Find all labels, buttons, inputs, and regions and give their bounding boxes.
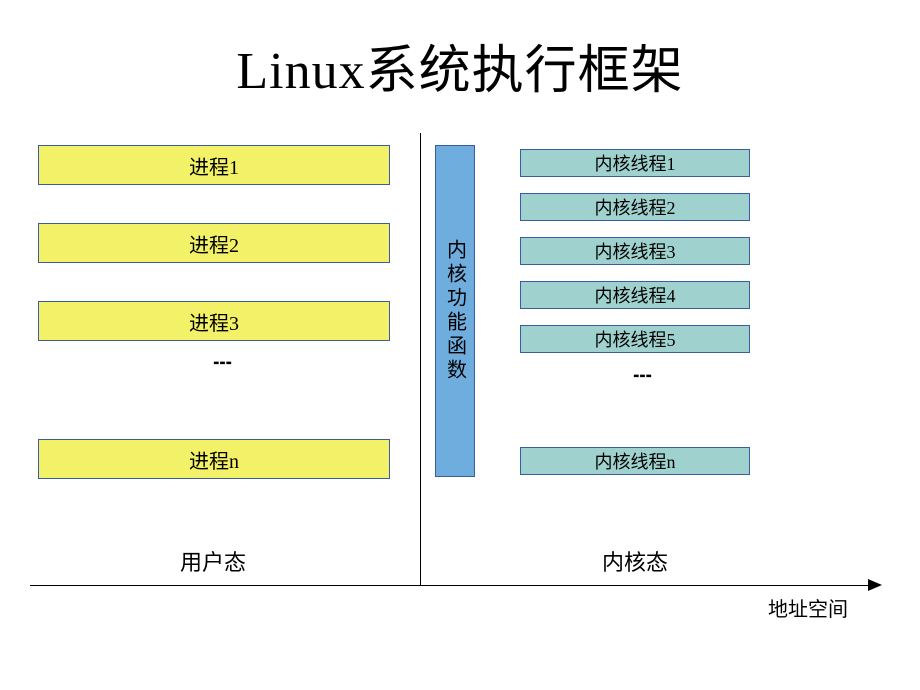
kernel-function-label: 内核功能函数 [441,239,470,383]
kernel-thread-box: 内核线程n [520,447,750,475]
process-box: 进程1 [38,145,390,185]
vertical-ellipsis-icon: ┇ [212,358,231,371]
user-space-label: 用户态 [180,545,246,577]
kernel-thread-box: 内核线程4 [520,281,750,309]
axis-arrowhead-icon [868,579,882,591]
kernel-thread-box: 内核线程1 [520,149,750,177]
kernel-thread-box: 内核线程5 [520,325,750,353]
kernel-thread-box: 内核线程3 [520,237,750,265]
kernel-space-label: 内核态 [602,545,668,577]
process-box: 进程2 [38,223,390,263]
kernel-function-box: 内核功能函数 [435,145,475,477]
axis-label: 地址空间 [768,593,848,622]
vertical-ellipsis-icon: ┇ [632,371,651,384]
diagram-canvas: 地址空间 进程1 进程2 进程3 ┇ 进程n 内核功能函数 内核线程1 内核线程… [30,113,890,633]
process-box: 进程n [38,439,390,479]
vertical-divider [420,133,421,585]
horizontal-axis [30,585,870,586]
kernel-thread-box: 内核线程2 [520,193,750,221]
diagram-title: Linux系统执行框架 [0,0,920,113]
process-box: 进程3 [38,301,390,341]
